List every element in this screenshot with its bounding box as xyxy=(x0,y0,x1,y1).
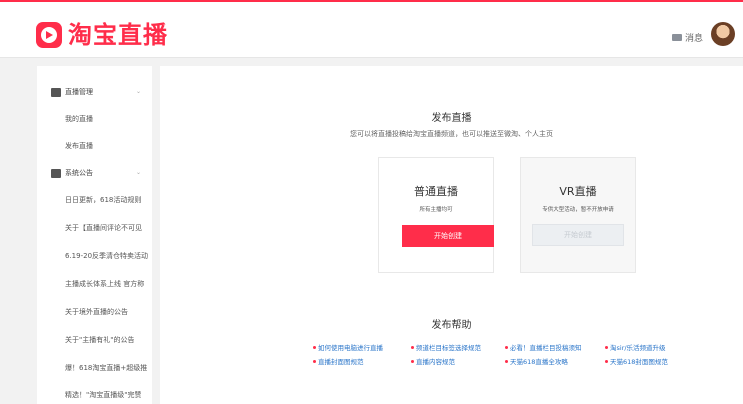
help-link[interactable]: 天猫618封面图规范 xyxy=(605,356,668,366)
page-title: 发布直播 xyxy=(431,113,472,124)
sidebar-notice-item[interactable]: 关于"主播有礼"的公告 xyxy=(37,327,152,353)
messages-label: 消息 xyxy=(685,34,704,44)
sidebar-item-publish-live[interactable]: 发布直播 xyxy=(37,133,152,159)
main-content: 发布直播 您可以将直播投稿给淘宝直播频道，也可以推送至微淘、个人主页 普通直播 … xyxy=(160,66,743,404)
avatar[interactable] xyxy=(711,22,735,46)
bullet-dot-icon xyxy=(505,345,508,349)
page-subtitle: 您可以将直播投稿给淘宝直播频道，也可以推送至微淘、个人主页 xyxy=(350,130,553,138)
start-create-button[interactable]: 开始创建 xyxy=(402,225,494,247)
sidebar-group-live-management[interactable]: 直播管理 ⌄ xyxy=(37,79,152,105)
help-link-text: 如何使用电脑进行直播 xyxy=(318,344,383,352)
help-link[interactable]: 淘sir/乐活频道升级 xyxy=(605,342,666,352)
sidebar-notice-item[interactable]: 爆！618淘宝直播+超级推 xyxy=(37,355,152,381)
play-logo-icon xyxy=(36,22,62,48)
bullet-dot-icon xyxy=(313,359,316,363)
live-management-icon xyxy=(51,87,61,97)
help-link-text: 必看！直播栏目投稿须知 xyxy=(510,344,582,352)
sidebar-group-system-notices[interactable]: 系统公告 ⌄ xyxy=(37,160,152,186)
card-description: 专供大型活动，暂不开放申请 xyxy=(542,207,614,213)
sidebar-item-label: 爆！618淘宝直播+超级推 xyxy=(65,364,148,372)
help-link-text: 频道栏目标签选择规范 xyxy=(416,344,481,352)
card-title: VR直播 xyxy=(559,185,597,198)
system-notices-icon xyxy=(51,168,61,178)
help-link[interactable]: 频道栏目标签选择规范 xyxy=(411,342,481,352)
sidebar-notice-item[interactable]: 6.19-20反季清仓特卖活动 xyxy=(37,243,152,269)
bullet-dot-icon xyxy=(505,359,508,363)
bullet-dot-icon xyxy=(605,359,608,363)
logo-text: 淘宝直播 xyxy=(68,21,168,49)
sidebar-item-label: 日日更新，618活动规则 xyxy=(65,196,142,204)
bullet-dot-icon xyxy=(411,345,414,349)
sidebar-notice-item[interactable]: 主播成长体系上线 官方称 xyxy=(37,271,152,297)
sidebar-group-label: 直播管理 xyxy=(65,88,93,96)
sidebar-group-label: 系统公告 xyxy=(65,169,93,177)
bullet-dot-icon xyxy=(411,359,414,363)
message-icon xyxy=(672,34,682,41)
vr-live-card: VR直播 专供大型活动，暂不开放申请 开始创建 xyxy=(520,157,636,273)
sidebar-notice-item[interactable]: 精选！"淘宝直播级"完赞 xyxy=(37,382,152,404)
taobao-live-logo[interactable]: 淘宝直播 xyxy=(36,22,168,48)
chevron-down-icon: ⌄ xyxy=(136,88,142,95)
messages-link[interactable]: 消息 xyxy=(672,31,703,44)
help-link[interactable]: 天猫618直播全攻略 xyxy=(505,356,568,366)
help-link-text: 淘sir/乐活频道升级 xyxy=(610,344,666,352)
sidebar-item-my-live[interactable]: 我的直播 xyxy=(37,106,152,132)
help-link[interactable]: 必看！直播栏目投稿须知 xyxy=(505,342,582,352)
sidebar-item-label: 关于境外直播的公告 xyxy=(65,308,128,316)
normal-live-card: 普通直播 所有主播均可 开始创建 xyxy=(378,157,494,273)
top-header: 淘宝直播 消息 xyxy=(0,2,743,58)
sidebar-item-label: 主播成长体系上线 官方称 xyxy=(65,280,145,288)
card-title: 普通直播 xyxy=(414,185,458,198)
help-link[interactable]: 如何使用电脑进行直播 xyxy=(313,342,383,352)
sidebar-item-label: 6.19-20反季清仓特卖活动 xyxy=(65,252,149,260)
bullet-dot-icon xyxy=(313,345,316,349)
help-link[interactable]: 直播封面图规范 xyxy=(313,356,364,366)
bullet-dot-icon xyxy=(605,345,608,349)
help-link-text: 天猫618封面图规范 xyxy=(610,358,668,366)
sidebar-notice-item[interactable]: 关于境外直播的公告 xyxy=(37,299,152,325)
help-link-text: 直播内容规范 xyxy=(416,358,455,366)
sidebar: 直播管理 ⌄ 我的直播 发布直播 系统公告 ⌄ 日日更新，618活动规则 关于【… xyxy=(37,66,152,404)
chevron-down-icon: ⌄ xyxy=(136,169,142,176)
sidebar-item-label: 关于【直播间评论不可见 xyxy=(65,224,142,232)
help-link[interactable]: 直播内容规范 xyxy=(411,356,455,366)
sidebar-item-label: 我的直播 xyxy=(65,115,93,123)
sidebar-item-label: 关于"主播有礼"的公告 xyxy=(65,336,135,344)
sidebar-notice-item[interactable]: 日日更新，618活动规则 xyxy=(37,187,152,213)
sidebar-item-label: 精选！"淘宝直播级"完赞 xyxy=(65,391,142,399)
sidebar-notice-item[interactable]: 关于【直播间评论不可见 xyxy=(37,215,152,241)
start-create-button-disabled: 开始创建 xyxy=(532,224,624,246)
help-link-text: 天猫618直播全攻略 xyxy=(510,358,568,366)
card-description: 所有主播均可 xyxy=(419,207,453,213)
sidebar-item-label: 发布直播 xyxy=(65,142,93,150)
help-link-text: 直播封面图规范 xyxy=(318,358,364,366)
help-title: 发布帮助 xyxy=(431,320,472,331)
